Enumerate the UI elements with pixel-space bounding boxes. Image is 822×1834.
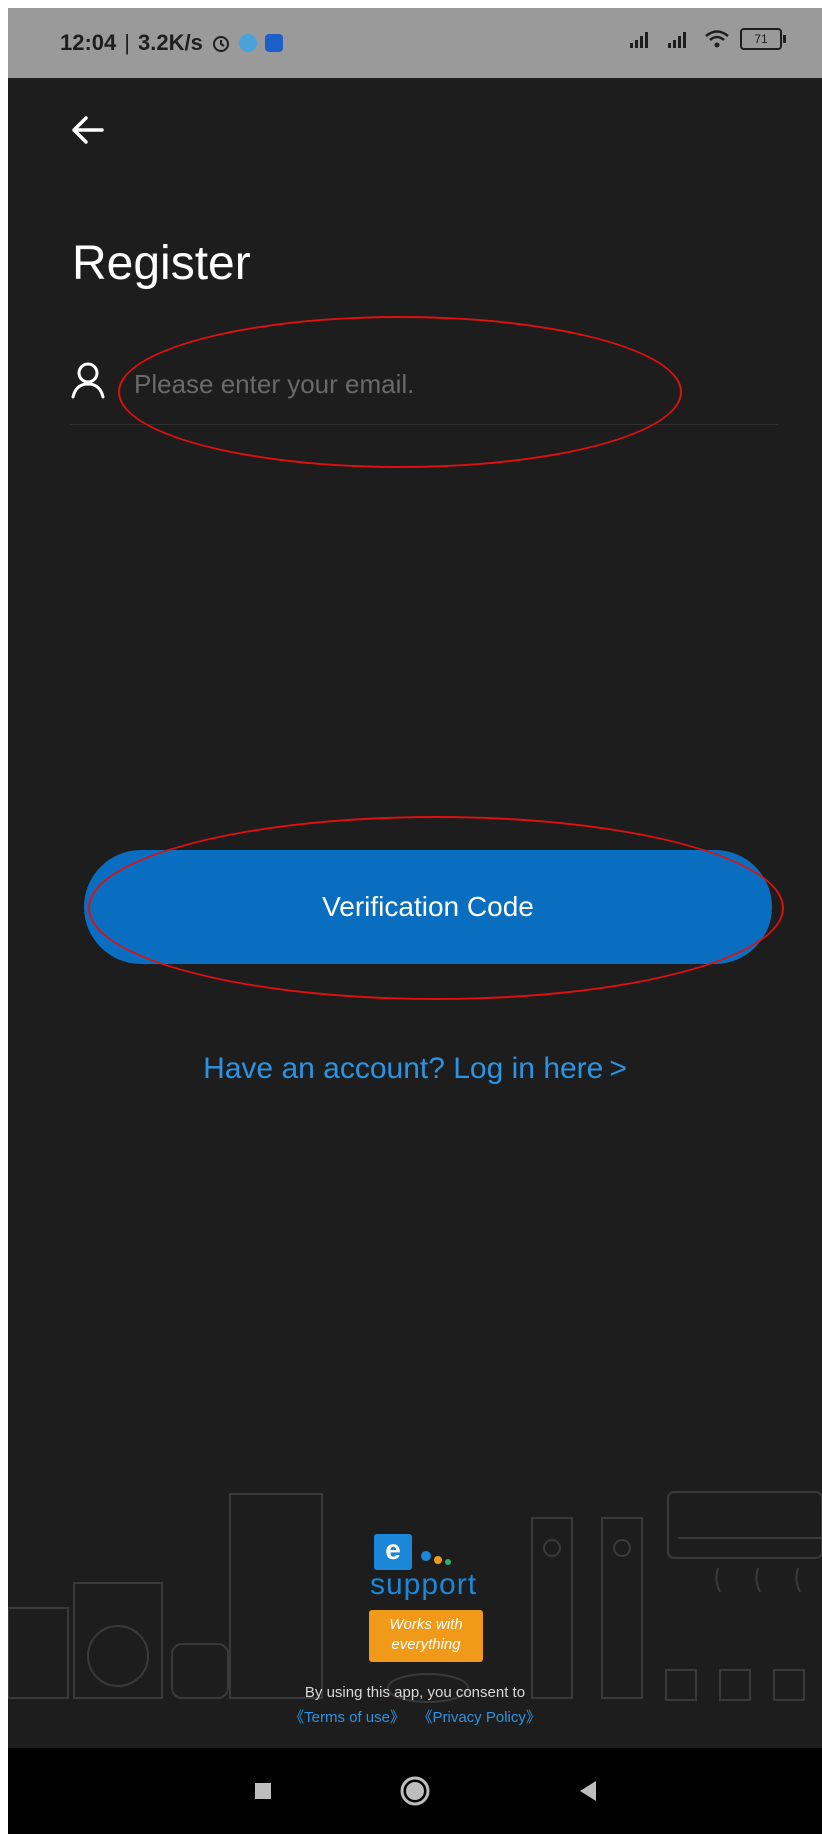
terms-link[interactable]: 《Terms of use》 bbox=[289, 1709, 405, 1726]
email-input[interactable] bbox=[132, 356, 776, 412]
wifi-icon bbox=[705, 30, 729, 48]
status-time: 12:04 bbox=[60, 30, 117, 55]
email-row bbox=[70, 356, 778, 425]
alarm-icon bbox=[212, 36, 229, 52]
battery-icon: 71 bbox=[740, 28, 786, 50]
system-nav-bar bbox=[8, 1748, 822, 1834]
legal-links: 《Terms of use》 《Privacy Policy》 bbox=[8, 1706, 822, 1727]
status-left: 12:04 | 3.2K/s bbox=[60, 30, 283, 56]
page-title: Register bbox=[72, 237, 251, 290]
badge-line-1: Works with bbox=[389, 1616, 463, 1633]
status-right: 71 bbox=[628, 28, 786, 50]
login-link[interactable]: Have an account? Log in here > bbox=[8, 1052, 822, 1086]
esupport-logo-word: support bbox=[370, 1568, 478, 1601]
signal-icon bbox=[668, 32, 686, 48]
status-bar: 12:04 | 3.2K/s 71 bbox=[8, 8, 822, 78]
back-icon bbox=[580, 1781, 596, 1801]
signal-icon bbox=[630, 32, 648, 48]
status-net-speed: 3.2K/s bbox=[138, 30, 203, 55]
privacy-link[interactable]: 《Privacy Policy》 bbox=[425, 1709, 541, 1726]
esupport-logo-mark: e bbox=[374, 1534, 412, 1570]
chat-notification-icon bbox=[264, 34, 283, 52]
email-underline bbox=[70, 424, 778, 425]
back-arrow-icon bbox=[72, 116, 104, 144]
consent-text: By using this app, you consent to bbox=[304, 1684, 526, 1701]
user-icon bbox=[71, 362, 105, 399]
status-separator: | bbox=[124, 30, 130, 55]
login-link-text: Have an account? Log in here bbox=[203, 1052, 604, 1085]
register-screen: 12:04 | 3.2K/s 71 Register Please enter … bbox=[8, 8, 822, 1834]
home-icon bbox=[400, 1776, 430, 1806]
verification-code-button[interactable]: Verification Code bbox=[84, 850, 772, 964]
home-button[interactable] bbox=[394, 1770, 436, 1817]
works-with-badge: Works with everything bbox=[369, 1610, 483, 1662]
app-notification-icon bbox=[238, 34, 257, 52]
recents-icon bbox=[255, 1783, 271, 1799]
nav-back-button[interactable] bbox=[568, 1770, 610, 1817]
back-button[interactable] bbox=[66, 108, 110, 152]
badge-line-2: everything bbox=[391, 1636, 461, 1653]
washer-outline bbox=[73, 1582, 163, 1699]
chevron-right-icon: > bbox=[609, 1052, 627, 1085]
recents-button[interactable] bbox=[242, 1770, 284, 1817]
